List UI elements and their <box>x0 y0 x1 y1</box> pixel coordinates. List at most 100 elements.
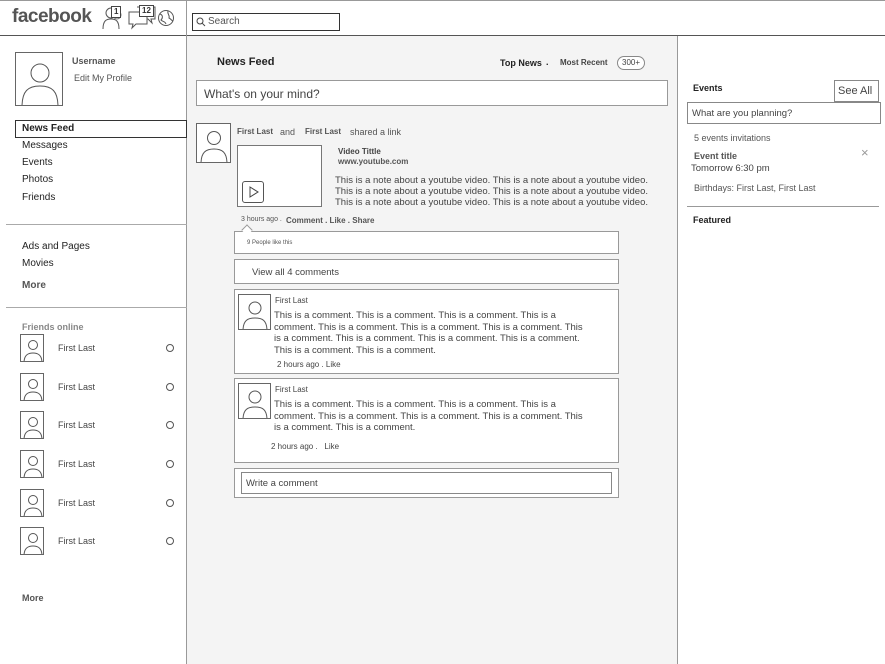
comment-avatar[interactable] <box>238 294 271 330</box>
post-author-2[interactable]: First Last <box>305 127 341 136</box>
friend-online-item[interactable]: First Last <box>18 450 178 480</box>
close-icon[interactable]: × <box>861 145 869 160</box>
comment-meta[interactable]: 2 hours ago . Like <box>277 360 341 369</box>
comment-text: This is a comment. This is a comment. Th… <box>274 310 583 356</box>
edit-profile-link[interactable]: Edit My Profile <box>74 73 132 83</box>
comment-item: First Last This is a comment. This is a … <box>234 289 619 374</box>
facebook-logo[interactable]: facebook <box>12 6 92 28</box>
friend-online-item[interactable]: First Last <box>18 334 178 364</box>
video-note-line: This is a note about a youtube video. Th… <box>335 175 649 186</box>
status-placeholder: What's on your mind? <box>204 87 320 101</box>
sidebar-more-friends-link[interactable]: More <box>22 593 44 603</box>
likes-count-text[interactable]: 9 People like this <box>247 240 292 246</box>
friend-avatar <box>20 527 44 555</box>
comment-line: This is a comment. This is a comment. Th… <box>274 310 556 321</box>
tab-most-recent[interactable]: Most Recent <box>560 58 608 67</box>
post-and-text: and <box>280 127 296 137</box>
friend-avatar <box>20 450 44 478</box>
play-icon[interactable] <box>242 181 264 203</box>
most-recent-count-badge[interactable]: 300+ <box>617 56 646 70</box>
sidebar-item-news-feed[interactable]: News Feed <box>22 123 74 134</box>
friend-name: First Last <box>58 459 96 469</box>
comment-line: is a comment. This is a comment. <box>274 422 416 433</box>
search-input[interactable]: Search <box>192 13 340 31</box>
sidebar-item-friends[interactable]: Friends <box>22 192 55 203</box>
comment-line: This is a comment. This is a comment. <box>274 344 436 356</box>
sidebar-item-ads-pages[interactable]: Ads and Pages <box>22 241 90 252</box>
news-feed-column: News Feed Top News . Most Recent 300+ Wh… <box>187 36 678 664</box>
notifications-globe-icon[interactable] <box>157 9 175 30</box>
sidebar-item-photos[interactable]: Photos <box>22 174 53 185</box>
sidebar-item-movies[interactable]: Movies <box>22 258 54 269</box>
friend-online-item[interactable]: First Last <box>18 527 178 557</box>
events-divider <box>687 206 879 207</box>
online-status-icon <box>166 344 174 352</box>
messages-badge: 12 <box>139 5 154 17</box>
header-divider <box>186 0 187 36</box>
see-all-label: See All <box>838 85 873 97</box>
comment-text: This is a comment. This is a comment. Th… <box>274 399 583 434</box>
search-placeholder: Search <box>208 16 240 27</box>
write-comment-placeholder: Write a comment <box>246 478 318 489</box>
friend-online-item[interactable]: First Last <box>18 373 178 403</box>
friends-online-title: Friends online <box>22 322 84 332</box>
view-all-comments[interactable]: View all 4 comments <box>234 259 619 284</box>
video-note: This is a note about a youtube video. Th… <box>335 175 648 208</box>
comment-meta[interactable]: 2 hours ago . Like <box>271 442 339 451</box>
video-url[interactable]: www.youtube.com <box>338 157 408 166</box>
featured-title: Featured <box>693 215 732 225</box>
video-title[interactable]: Video Tittle <box>338 147 381 156</box>
status-input[interactable]: What's on your mind? <box>196 80 668 106</box>
sidebar-item-events[interactable]: Events <box>22 157 53 168</box>
online-status-icon <box>166 460 174 468</box>
comment-item: First Last This is a comment. This is a … <box>234 378 619 463</box>
comment-line: This is a comment. This is a comment. Th… <box>274 399 556 410</box>
friend-name: First Last <box>58 420 96 430</box>
comment-avatar[interactable] <box>238 383 271 419</box>
friend-name: First Last <box>58 382 96 392</box>
tab-top-news[interactable]: Top News <box>500 58 542 68</box>
event-title-link[interactable]: Event title <box>694 151 737 161</box>
comment-author[interactable]: First Last <box>275 385 308 394</box>
event-planning-input[interactable]: What are you planning? <box>687 102 881 124</box>
see-all-button[interactable]: See All <box>834 80 879 102</box>
events-title: Events <box>693 83 723 93</box>
feed-tab-separator: . <box>546 57 549 67</box>
video-thumbnail[interactable] <box>237 145 322 207</box>
video-note-line: This is a note about a youtube video. Th… <box>335 186 649 197</box>
sidebar-item-messages[interactable]: Messages <box>22 140 68 151</box>
write-comment-wrapper: Write a comment <box>234 468 619 498</box>
sidebar-divider <box>6 307 187 308</box>
event-planning-placeholder: What are you planning? <box>692 108 793 119</box>
event-invitations-link[interactable]: 5 events invitations <box>694 133 771 143</box>
sidebar-divider <box>6 224 187 225</box>
profile-avatar[interactable] <box>15 52 63 106</box>
friend-avatar <box>20 411 44 439</box>
post-author-avatar[interactable] <box>196 123 231 163</box>
likes-box: 9 People like this <box>234 231 619 254</box>
friend-name: First Last <box>58 343 96 353</box>
friend-online-item[interactable]: First Last <box>18 411 178 441</box>
feed-title: News Feed <box>217 56 275 68</box>
friend-name: First Last <box>58 498 96 508</box>
friend-online-item[interactable]: First Last <box>18 489 178 519</box>
post-timestamp: 3 hours ago . <box>241 216 282 223</box>
online-status-icon <box>166 383 174 391</box>
post-actions-links[interactable]: Comment . Like . Share <box>286 216 374 225</box>
profile-username[interactable]: Username <box>72 56 116 66</box>
birthdays-text[interactable]: Birthdays: First Last, First Last <box>694 183 816 193</box>
comment-line: is a comment. This is a comment. This is… <box>274 333 580 344</box>
post-author-1[interactable]: First Last <box>237 127 273 136</box>
comment-line: comment. This is a comment. This is a co… <box>274 321 583 333</box>
search-icon <box>196 17 206 30</box>
online-status-icon <box>166 499 174 507</box>
friend-requests-icon[interactable]: 1 <box>102 4 126 33</box>
online-status-icon <box>166 421 174 429</box>
comment-author[interactable]: First Last <box>275 296 308 305</box>
messages-icon[interactable]: 12 <box>127 4 157 33</box>
sidebar-more-link[interactable]: More <box>22 280 46 291</box>
online-status-icon <box>166 537 174 545</box>
write-comment-input[interactable]: Write a comment <box>241 472 612 494</box>
friend-avatar <box>20 334 44 362</box>
event-time: Tomorrow 6:30 pm <box>691 163 770 174</box>
